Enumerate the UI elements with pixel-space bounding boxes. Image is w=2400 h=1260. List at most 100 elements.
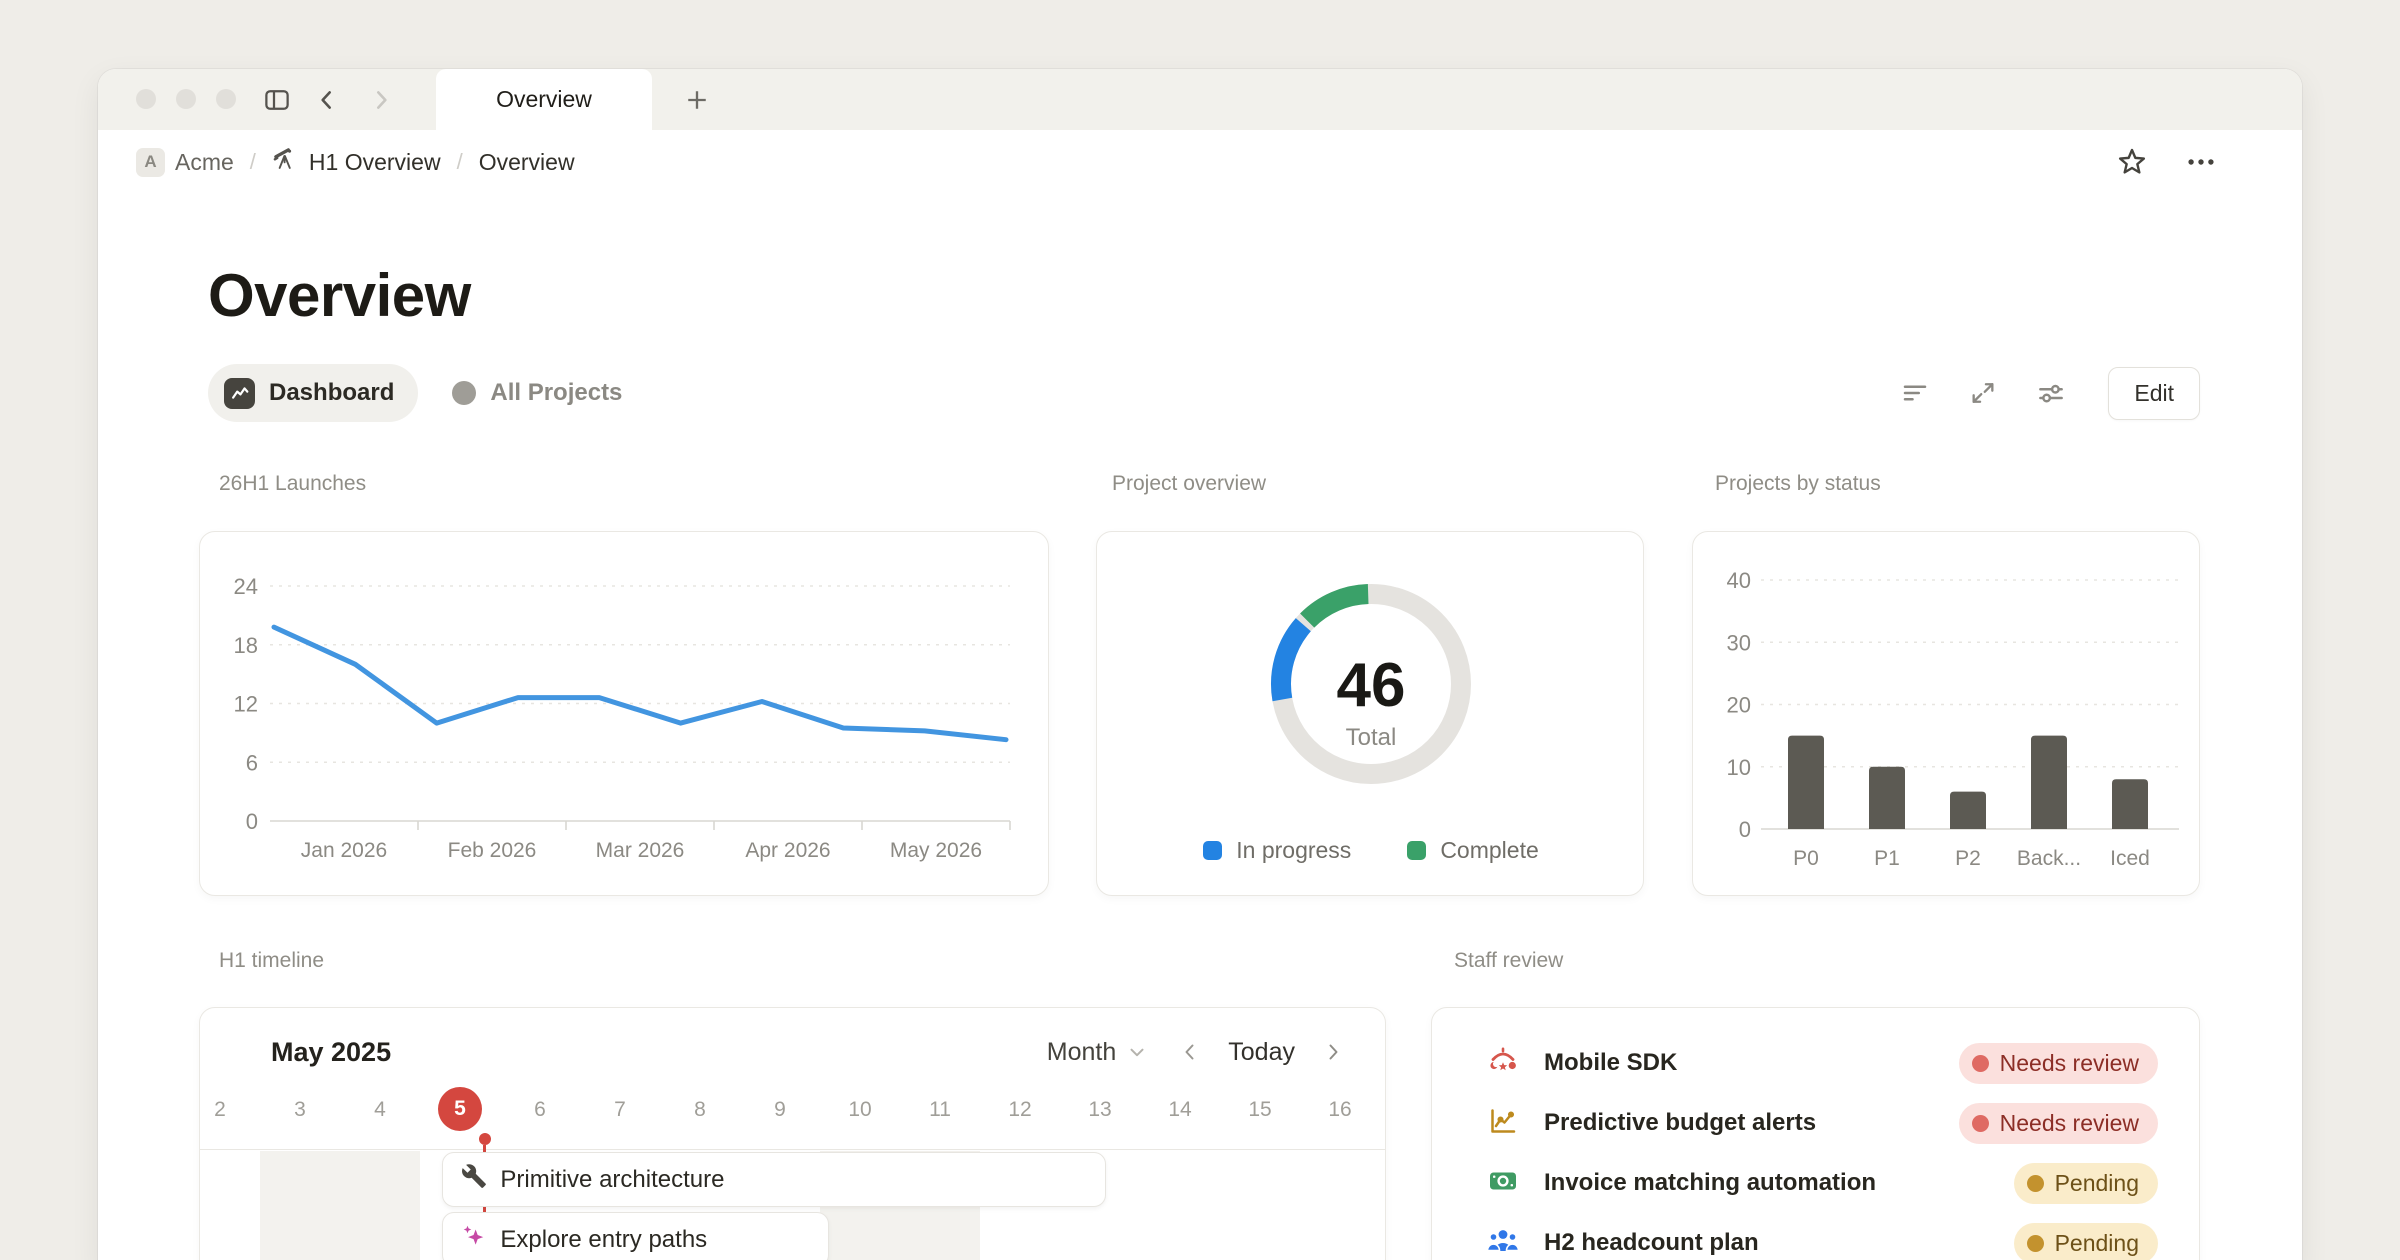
- timeline-day[interactable]: 7: [580, 1094, 660, 1126]
- projects-by-status-bar-card: 010203040P0P1P2Back...Iced: [1692, 531, 2200, 896]
- svg-text:30: 30: [1727, 630, 1751, 655]
- window-controls[interactable]: [136, 89, 236, 109]
- dashboard-chart-icon: [224, 378, 255, 409]
- timeline-day[interactable]: 8: [660, 1094, 740, 1126]
- staff-row-mobile-sdk[interactable]: Mobile SDK Needs review: [1486, 1033, 2158, 1093]
- legend-swatch-blue: [1203, 841, 1222, 860]
- section-label-staff: Staff review: [1454, 949, 1563, 973]
- project-overview-donut-card: 46 Total In progress Complete: [1096, 531, 1644, 896]
- staff-review-card: Mobile SDK Needs review Predictive budge…: [1431, 1007, 2200, 1260]
- svg-text:Mar 2026: Mar 2026: [596, 839, 685, 862]
- donut-legend: In progress Complete: [1097, 837, 1644, 864]
- breadcrumb-parent-page[interactable]: H1 Overview: [272, 146, 441, 179]
- browser-tab-overview[interactable]: Overview: [436, 69, 652, 130]
- timeline-day[interactable]: 2: [199, 1094, 260, 1126]
- settings-sliders-icon[interactable]: [2034, 376, 2068, 410]
- weekend-shading: [260, 1151, 420, 1260]
- favorite-star-icon[interactable]: [2116, 146, 2148, 178]
- timeline-day-today[interactable]: 5: [438, 1087, 482, 1131]
- breadcrumb-current-page[interactable]: Overview: [479, 149, 575, 176]
- status-dot: [1972, 1055, 1989, 1072]
- svg-text:Back...: Back...: [2017, 847, 2081, 870]
- breadcrumb-row: A Acme / H1 Overview /: [98, 130, 2302, 194]
- telescope-icon: [272, 146, 299, 179]
- tab-all-projects[interactable]: All Projects: [436, 364, 646, 422]
- expand-icon[interactable]: [1966, 376, 2000, 410]
- timeline-prev-icon[interactable]: [1178, 1040, 1202, 1064]
- more-options-icon[interactable]: [2184, 145, 2218, 179]
- view-controls-row: Dashboard All Projects Edit: [199, 364, 2200, 422]
- timeline-day[interactable]: 15: [1220, 1094, 1300, 1126]
- svg-text:Iced: Iced: [2110, 847, 2150, 870]
- new-tab-icon[interactable]: [680, 83, 714, 117]
- svg-text:P0: P0: [1793, 847, 1819, 870]
- staff-list: Mobile SDK Needs review Predictive budge…: [1432, 1008, 2199, 1260]
- section-label-launches: 26H1 Launches: [219, 472, 366, 496]
- breadcrumb-workspace[interactable]: A Acme: [136, 148, 234, 177]
- people-icon: [1486, 1224, 1520, 1260]
- staff-row-predictive-budget-alerts[interactable]: Predictive budget alerts Needs review: [1486, 1093, 2158, 1153]
- status-dot: [1972, 1115, 1989, 1132]
- svg-text:40: 40: [1727, 568, 1751, 593]
- crib-mobile-icon: [1486, 1044, 1520, 1083]
- timeline-day[interactable]: 13: [1060, 1094, 1140, 1126]
- timeline-day[interactable]: 10: [820, 1094, 900, 1126]
- sidebar-toggle-icon[interactable]: [260, 83, 294, 117]
- svg-text:Apr 2026: Apr 2026: [745, 839, 830, 862]
- back-icon[interactable]: [310, 83, 344, 117]
- line-chart: 06121824Jan 2026Feb 2026Mar 2026Apr 2026…: [200, 532, 1049, 896]
- svg-text:10: 10: [1727, 755, 1751, 780]
- status-dot: [2027, 1235, 2044, 1252]
- timeline-day[interactable]: 11: [900, 1094, 980, 1126]
- svg-text:20: 20: [1727, 693, 1751, 718]
- breadcrumb-separator: /: [455, 149, 465, 175]
- staff-row-h2-headcount[interactable]: H2 headcount plan Pending: [1486, 1213, 2158, 1260]
- timeline-day[interactable]: 16: [1300, 1094, 1380, 1126]
- timeline-day[interactable]: 4: [340, 1094, 420, 1126]
- banknote-icon: [1486, 1164, 1520, 1203]
- timeline-today-button[interactable]: Today: [1228, 1038, 1295, 1067]
- svg-text:P1: P1: [1874, 847, 1900, 870]
- breadcrumb-separator: /: [248, 149, 258, 175]
- today-marker-dot: [479, 1133, 491, 1145]
- filter-icon[interactable]: [1898, 376, 1932, 410]
- timeline-day[interactable]: 6: [500, 1094, 580, 1126]
- svg-text:12: 12: [234, 692, 258, 717]
- sparkles-icon: [461, 1223, 487, 1256]
- legend-in-progress: In progress: [1203, 837, 1351, 864]
- timeline-day[interactable]: 3: [260, 1094, 340, 1126]
- tab-title: Overview: [496, 86, 592, 113]
- bar-chart: 010203040P0P1P2Back...Iced: [1693, 532, 2200, 896]
- breadcrumb: A Acme / H1 Overview /: [136, 146, 575, 179]
- forward-icon[interactable]: [364, 83, 398, 117]
- edit-button[interactable]: Edit: [2108, 367, 2200, 420]
- minimize-window-button[interactable]: [176, 89, 196, 109]
- svg-text:6: 6: [246, 750, 258, 775]
- section-label-timeline: H1 timeline: [219, 949, 324, 973]
- timeline-view-dropdown[interactable]: Month: [1047, 1038, 1148, 1067]
- timeline-day[interactable]: 12: [980, 1094, 1060, 1126]
- status-dot: [2027, 1175, 2044, 1192]
- svg-text:Jan 2026: Jan 2026: [301, 839, 387, 862]
- status-pill[interactable]: Needs review: [1959, 1043, 2158, 1084]
- status-pill[interactable]: Pending: [2014, 1223, 2158, 1260]
- svg-text:0: 0: [246, 809, 258, 834]
- close-window-button[interactable]: [136, 89, 156, 109]
- maximize-window-button[interactable]: [216, 89, 236, 109]
- timeline-next-icon[interactable]: [1321, 1040, 1345, 1064]
- timeline-task-primitive-architecture[interactable]: Primitive architecture: [442, 1152, 1106, 1207]
- workspace-avatar: A: [136, 148, 165, 177]
- status-pill[interactable]: Pending: [2014, 1163, 2158, 1204]
- timeline-day[interactable]: 14: [1140, 1094, 1220, 1126]
- donut-total-label: Total: [1097, 724, 1644, 752]
- section-label-project-overview: Project overview: [1112, 472, 1266, 496]
- all-projects-icon: [452, 381, 476, 405]
- staff-row-invoice-matching[interactable]: Invoice matching automation Pending: [1486, 1153, 2158, 1213]
- svg-text:P2: P2: [1955, 847, 1981, 870]
- tab-dashboard[interactable]: Dashboard: [208, 364, 418, 422]
- timeline-task-explore-entry-paths[interactable]: Explore entry paths: [442, 1212, 828, 1260]
- timeline-card: May 2025 Month Today 2345678910111213141…: [199, 1007, 1386, 1260]
- svg-text:24: 24: [234, 574, 258, 599]
- status-pill[interactable]: Needs review: [1959, 1103, 2158, 1144]
- timeline-day[interactable]: 9: [740, 1094, 820, 1126]
